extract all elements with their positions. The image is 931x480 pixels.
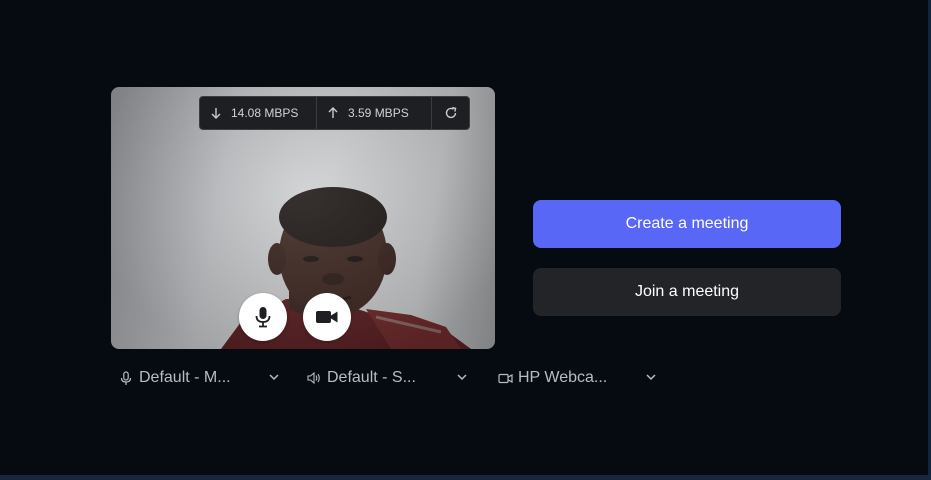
- download-speed: 14.08 MBPS: [200, 97, 317, 129]
- upload-speed: 3.59 MBPS: [317, 97, 432, 129]
- meeting-lobby: 14.08 MBPS 3.59 MBPS Create a meeting Jo…: [0, 0, 931, 480]
- refresh-icon: [445, 106, 456, 119]
- video-camera-icon: [316, 311, 338, 323]
- speaker-select-value: Default - S...: [327, 369, 416, 386]
- window-edge-bottom: [0, 475, 931, 480]
- microphone-icon: [255, 307, 271, 328]
- arrow-down-icon: [211, 108, 221, 119]
- arrow-up-icon: [328, 107, 338, 118]
- camera-select-value: HP Webca...: [518, 369, 608, 386]
- create-meeting-button[interactable]: Create a meeting: [533, 200, 841, 248]
- microphone-icon: [118, 370, 134, 386]
- speaker-icon: [306, 372, 322, 384]
- video-camera-icon: [497, 373, 513, 384]
- microphone-select[interactable]: Default - M...: [118, 366, 284, 390]
- camera-select[interactable]: HP Webca...: [497, 366, 663, 390]
- speaker-select[interactable]: Default - S...: [306, 366, 472, 390]
- chevron-down-icon: [269, 374, 279, 381]
- join-meeting-button[interactable]: Join a meeting: [533, 268, 841, 316]
- chevron-down-icon: [646, 374, 656, 381]
- network-speed-bar: 14.08 MBPS 3.59 MBPS: [199, 96, 470, 130]
- upload-speed-value: 3.59 MBPS: [348, 106, 409, 120]
- camera-toggle-button[interactable]: [303, 293, 351, 341]
- refresh-speed-button[interactable]: [432, 97, 469, 129]
- download-speed-value: 14.08 MBPS: [231, 106, 299, 120]
- chevron-down-icon: [457, 374, 467, 381]
- mic-toggle-button[interactable]: [239, 293, 287, 341]
- microphone-select-value: Default - M...: [139, 369, 231, 386]
